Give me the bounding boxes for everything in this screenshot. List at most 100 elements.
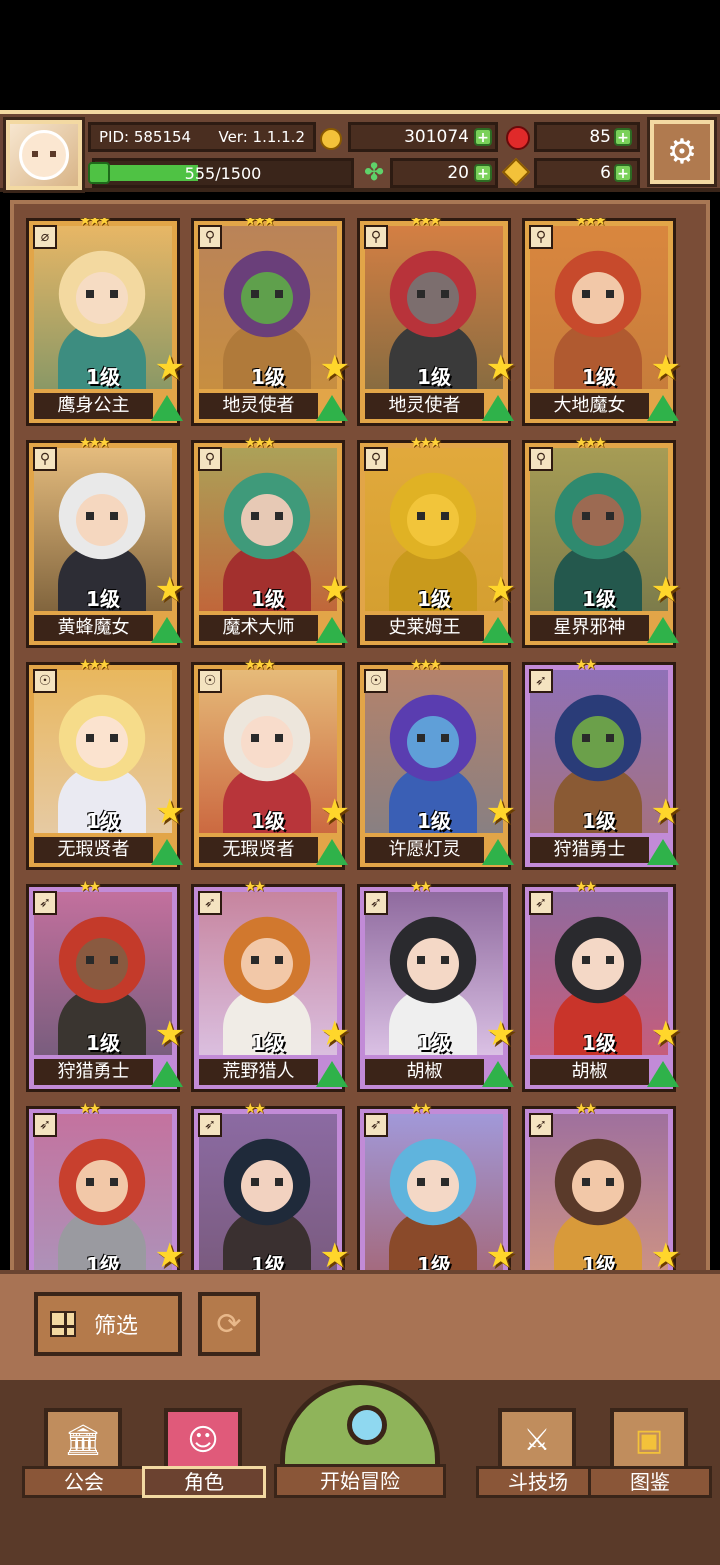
hero-card[interactable]: ➶ ★★ 1级 狩猎勇士 ★	[522, 657, 681, 870]
star-upgrade-icon: ★	[154, 570, 185, 610]
bow-icon: ➶	[529, 669, 553, 693]
level-up-arrow-icon	[151, 617, 183, 643]
hero-name: 魔术大师	[199, 615, 318, 641]
experience-text: 555/1500	[184, 164, 262, 183]
hero-face	[76, 272, 128, 324]
hero-name: 无瑕贤者	[34, 837, 153, 863]
hero-face	[241, 938, 293, 990]
hero-face	[76, 494, 128, 546]
rarity-stars: ★★	[575, 879, 597, 895]
level-up-arrow-icon	[482, 395, 514, 421]
hero-card[interactable]: ⚲ ★★★ 1级 魔术大师 ★	[191, 435, 350, 648]
add-gem-button[interactable]: +	[614, 128, 632, 146]
level-up-arrow-icon	[647, 839, 679, 865]
hero-card[interactable]: ➶ ★★ 1级 ★	[26, 1101, 185, 1270]
hero-card[interactable]: ➶ ★★ 1级 胡椒 ★	[522, 879, 681, 1092]
hero-name: 狩猎勇士	[530, 837, 649, 863]
hero-card[interactable]: ➶ ★★ 1级 ★	[191, 1101, 350, 1270]
nav-guild[interactable]: 🏛 公会	[22, 1400, 146, 1506]
nav-codex[interactable]: ▣ 图鉴	[588, 1400, 712, 1506]
hero-card[interactable]: ⚲ ★★★ 1级 地灵使者 ★	[357, 218, 516, 426]
hero-card[interactable]: ☉ ★★★ 1级 无瑕贤者 ★	[26, 657, 185, 870]
hero-card[interactable]: ☉ ★★★ 1级 许愿灯灵 ★	[357, 657, 516, 870]
rarity-stars: ★★★	[79, 435, 111, 451]
refresh-button[interactable]: ⟳	[198, 1292, 260, 1356]
hero-card[interactable]: ⌀ ★★★ 1级 鹰身公主 ★	[26, 218, 185, 426]
crossed-swords-icon: ⚔	[498, 1408, 576, 1472]
hero-card[interactable]: ⚲ ★★★ 1级 史莱姆王 ★	[357, 435, 516, 648]
hero-name: 黄蜂魔女	[34, 615, 153, 641]
wand-icon: ⚲	[198, 447, 222, 471]
nav-characters[interactable]: ☺ 角色	[142, 1400, 266, 1506]
hero-name: 胡椒	[365, 1059, 484, 1085]
level-up-arrow-icon	[482, 617, 514, 643]
add-gold-button[interactable]: +	[474, 128, 492, 146]
nav-guild-label: 公会	[22, 1466, 146, 1498]
hero-eyes	[582, 734, 614, 742]
hero-face	[407, 716, 459, 768]
hero-card[interactable]: ➶ ★★ 1级 ★	[357, 1101, 516, 1270]
hero-face	[572, 1160, 624, 1212]
hero-card[interactable]: ➶ ★★ 1级 荒野猎人 ★	[191, 879, 350, 1092]
wand-icon: ⚲	[198, 225, 222, 249]
priest-icon: ☉	[33, 669, 57, 693]
rarity-stars: ★★	[575, 657, 597, 673]
bow-icon: ➶	[198, 891, 222, 915]
hero-name: 史莱姆王	[365, 615, 484, 641]
start-adventure-button[interactable]: 开始冒险	[274, 1380, 446, 1500]
rarity-stars: ★★	[410, 879, 432, 895]
settings-button[interactable]: ⚙	[647, 117, 717, 187]
nav-arena[interactable]: ⚔ 斗技场	[476, 1400, 600, 1506]
avatar-face	[19, 130, 69, 180]
wand-icon: ⚲	[364, 225, 388, 249]
hero-name: 地灵使者	[365, 393, 484, 419]
hero-grid[interactable]: ⌀ ★★★ 1级 鹰身公主 ★ ⚲ ★★★ 1级 地灵使者 ★ ⚲ ★★★ 1级 地灵使者 ★ ⚲ ★★★ 1级大…	[24, 218, 704, 1270]
level-up-arrow-icon	[482, 839, 514, 865]
hero-name: 大地魔女	[530, 393, 649, 419]
wand-icon: ⚲	[364, 447, 388, 471]
hero-name: 地灵使者	[199, 393, 318, 419]
hero-card[interactable]: ⚲ ★★★ 1级 地灵使者 ★	[191, 218, 350, 426]
star-upgrade-icon: ★	[650, 1014, 681, 1054]
filter-label: 筛选	[94, 1314, 139, 1339]
star-upgrade-icon: ★	[319, 1236, 350, 1270]
priest-icon: ☉	[364, 669, 388, 693]
hero-eyes	[417, 290, 449, 298]
hero-card[interactable]: ⚲ ★★★ 1级 黄蜂魔女 ★	[26, 435, 185, 648]
hero-face	[241, 272, 293, 324]
hero-name: 星界邪神	[530, 615, 649, 641]
rarity-stars: ★★	[244, 1101, 266, 1117]
hero-eyes	[417, 734, 449, 742]
star-upgrade-icon: ★	[154, 792, 185, 832]
nav-characters-label: 角色	[142, 1466, 266, 1498]
hero-card[interactable]: ➶ ★★ 1级 胡椒 ★	[357, 879, 516, 1092]
hero-face	[76, 938, 128, 990]
rarity-stars: ★★★	[79, 218, 111, 229]
add-key-button[interactable]: +	[614, 164, 632, 182]
book-icon: ▣	[610, 1408, 688, 1472]
hero-card[interactable]: ➶ ★★ 1级 ★	[522, 1101, 681, 1270]
hero-portrait	[34, 1114, 172, 1270]
hero-eyes	[417, 956, 449, 964]
star-upgrade-icon: ★	[650, 570, 681, 610]
hero-face	[572, 938, 624, 990]
bow-icon: ➶	[529, 891, 553, 915]
hero-eyes	[417, 512, 449, 520]
add-clover-button[interactable]: +	[474, 164, 492, 182]
player-avatar[interactable]	[3, 117, 85, 193]
rarity-stars: ★★★	[410, 218, 442, 229]
hero-eyes	[582, 290, 614, 298]
star-upgrade-icon: ★	[485, 792, 516, 832]
bow-icon: ➶	[529, 1113, 553, 1137]
nav-arena-label: 斗技场	[476, 1466, 600, 1498]
key-icon	[501, 157, 531, 187]
hero-face	[241, 494, 293, 546]
hero-card[interactable]: ⚲ ★★★ 1级 星界邪神 ★	[522, 435, 681, 648]
hero-eyes	[582, 512, 614, 520]
experience-bar: 555/1500	[92, 158, 354, 188]
filter-button[interactable]: 筛选	[34, 1292, 182, 1356]
start-adventure-label: 开始冒险	[274, 1464, 446, 1498]
hero-card[interactable]: ➶ ★★ 1级 狩猎勇士 ★	[26, 879, 185, 1092]
hero-card[interactable]: ⚲ ★★★ 1级 大地魔女 ★	[522, 218, 681, 426]
hero-card[interactable]: ☉ ★★★ 1级 无瑕贤者 ★	[191, 657, 350, 870]
